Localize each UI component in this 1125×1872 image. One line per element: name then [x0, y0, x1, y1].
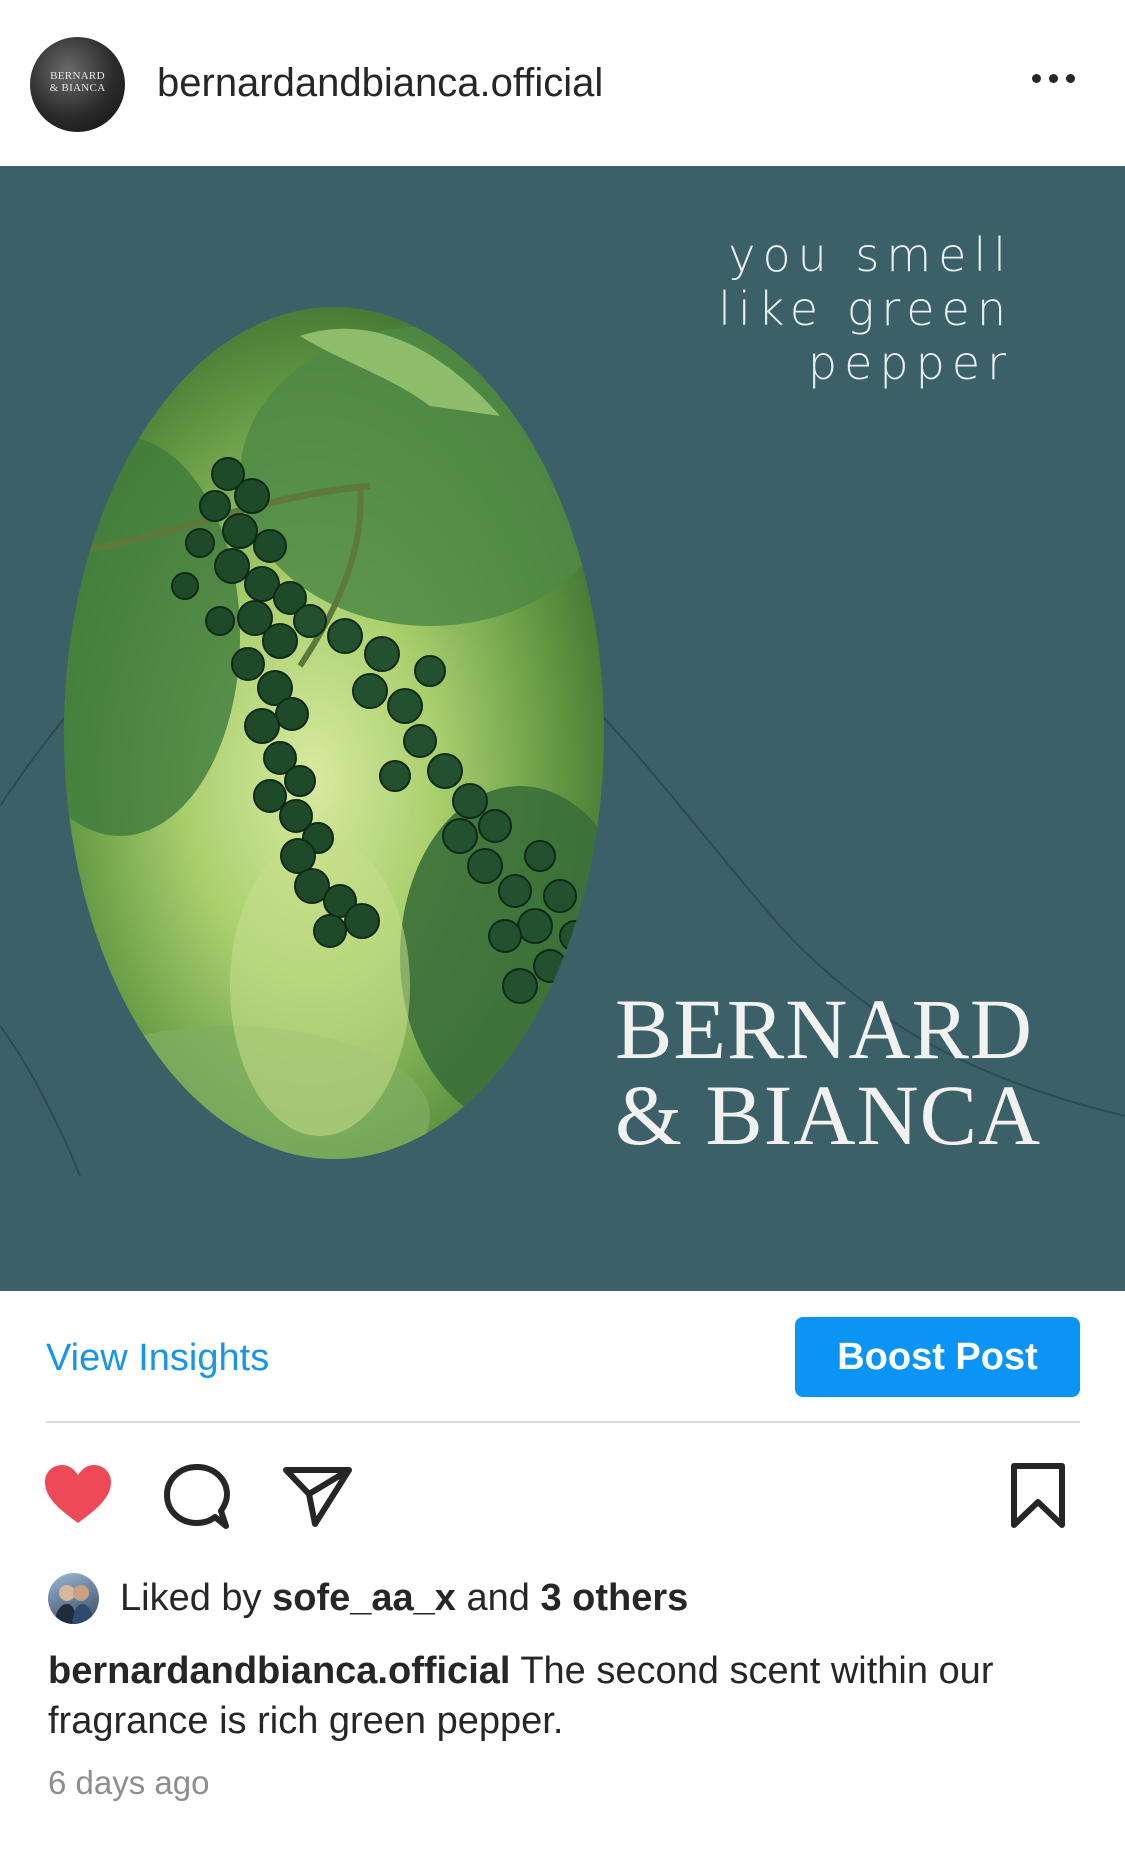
bookmark-icon[interactable] — [1010, 1462, 1066, 1530]
decor-curve-2 — [0, 1025, 81, 1177]
divider — [46, 1421, 1080, 1423]
more-horizontal-icon[interactable] — [1032, 72, 1080, 86]
send-icon[interactable] — [283, 1465, 353, 1529]
caption-username[interactable]: bernardandbianca.official — [48, 1650, 510, 1692]
post-actions — [0, 1440, 1125, 1550]
avatar-logo: BERNARD & BIANCA — [49, 70, 106, 94]
post-header: BERNARD & BIANCA bernardandbianca.offici… — [0, 0, 1125, 166]
heart-filled-icon[interactable] — [42, 1463, 114, 1527]
post-tagline: you smell like green pepper — [718, 228, 1013, 390]
insights-row: View Insights Boost Post — [0, 1291, 1125, 1421]
likes-others[interactable]: 3 others — [540, 1577, 688, 1619]
post-timestamp: 6 days ago — [48, 1764, 210, 1801]
profile-avatar[interactable]: BERNARD & BIANCA — [30, 37, 125, 132]
view-insights-link[interactable]: View Insights — [46, 1335, 269, 1381]
post-image[interactable]: you smell like green pepper BERNARD & BI… — [0, 166, 1125, 1291]
likes-summary[interactable]: Liked by sofe_aa_x and 3 others — [48, 1570, 1098, 1626]
post-caption: bernardandbianca.official The second sce… — [48, 1646, 1078, 1746]
liker-avatar — [48, 1573, 99, 1624]
boost-post-button[interactable]: Boost Post — [795, 1317, 1080, 1397]
pepper-photo — [64, 307, 604, 1159]
brand-wordmark: BERNARD & BIANCA — [615, 981, 1042, 1163]
likes-text: Liked by sofe_aa_x and 3 others — [120, 1577, 689, 1619]
liker-username[interactable]: sofe_aa_x — [272, 1577, 456, 1619]
comment-icon[interactable] — [164, 1464, 230, 1530]
post-username[interactable]: bernardandbianca.official — [157, 58, 603, 108]
